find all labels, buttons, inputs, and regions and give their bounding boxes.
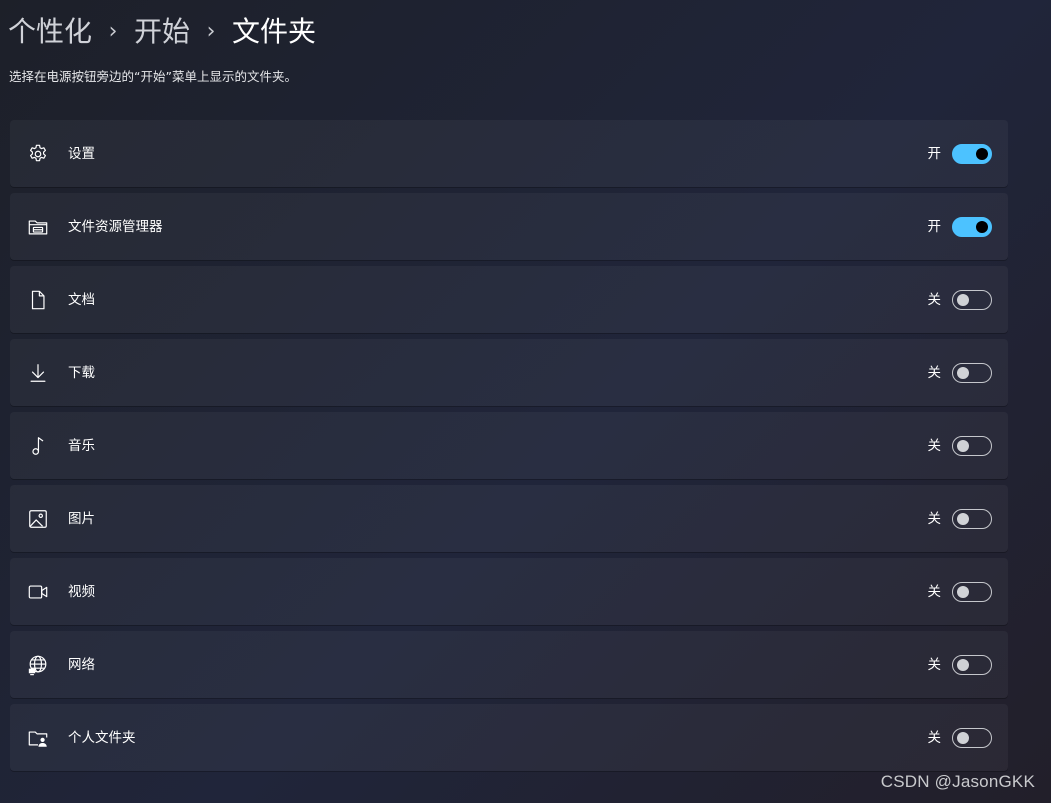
toggle-documents[interactable] bbox=[952, 290, 992, 310]
breadcrumb-item-start[interactable]: 开始 bbox=[134, 10, 190, 54]
toggle-state-text: 关 bbox=[927, 365, 942, 381]
breadcrumb: 个性化 › 开始 › 文件夹 bbox=[8, 10, 316, 54]
folder-row-label: 文件资源管理器 bbox=[68, 219, 163, 235]
toggle-network[interactable] bbox=[952, 655, 992, 675]
folder-list: 设置 开 文件资源管理器 开 文档 关 下载 关 音乐 关 图片 关 视频 关 … bbox=[10, 120, 1008, 777]
toggle-state-text: 关 bbox=[927, 657, 942, 673]
personal-folder-icon bbox=[27, 727, 49, 749]
watermark: CSDN @JasonGKK bbox=[880, 772, 1035, 791]
document-icon bbox=[27, 289, 49, 311]
toggle-state-text: 开 bbox=[927, 219, 942, 235]
toggle-videos[interactable] bbox=[952, 582, 992, 602]
picture-icon bbox=[27, 508, 49, 530]
toggle-knob bbox=[957, 367, 969, 379]
toggle-state-text: 开 bbox=[927, 146, 942, 162]
toggle-state-text: 关 bbox=[927, 292, 942, 308]
chevron-right-icon: › bbox=[108, 19, 118, 44]
toggle-file-explorer[interactable] bbox=[952, 217, 992, 237]
toggle-knob bbox=[957, 440, 969, 452]
toggle-music[interactable] bbox=[952, 436, 992, 456]
folder-row-music: 音乐 关 bbox=[10, 412, 1008, 479]
folder-row-label: 视频 bbox=[68, 584, 95, 600]
folder-row-label: 音乐 bbox=[68, 438, 95, 454]
toggle-knob bbox=[957, 732, 969, 744]
toggle-knob bbox=[957, 659, 969, 671]
toggle-state-text: 关 bbox=[927, 511, 942, 527]
toggle-state-text: 关 bbox=[927, 584, 942, 600]
folder-row-label: 文档 bbox=[68, 292, 95, 308]
toggle-knob bbox=[957, 294, 969, 306]
network-icon bbox=[27, 654, 49, 676]
breadcrumb-item-personalization[interactable]: 个性化 bbox=[8, 10, 92, 54]
toggle-knob bbox=[957, 513, 969, 525]
folder-row-network: 网络 关 bbox=[10, 631, 1008, 698]
toggle-state-text: 关 bbox=[927, 730, 942, 746]
folder-row-label: 图片 bbox=[68, 511, 95, 527]
folder-row-label: 设置 bbox=[68, 146, 95, 162]
gear-icon bbox=[27, 143, 49, 165]
toggle-downloads[interactable] bbox=[952, 363, 992, 383]
folder-row-documents: 文档 关 bbox=[10, 266, 1008, 333]
toggle-state-text: 关 bbox=[927, 438, 942, 454]
toggle-settings[interactable] bbox=[952, 144, 992, 164]
toggle-knob bbox=[957, 586, 969, 598]
download-icon bbox=[27, 362, 49, 384]
toggle-personal-folder[interactable] bbox=[952, 728, 992, 748]
music-icon bbox=[27, 435, 49, 457]
folder-row-file-explorer: 文件资源管理器 开 bbox=[10, 193, 1008, 260]
video-icon bbox=[27, 581, 49, 603]
folder-row-label: 下载 bbox=[68, 365, 95, 381]
toggle-knob bbox=[976, 148, 988, 160]
file-explorer-icon bbox=[27, 216, 49, 238]
folder-row-label: 网络 bbox=[68, 657, 95, 673]
chevron-right-icon: › bbox=[206, 19, 216, 44]
folder-row-label: 个人文件夹 bbox=[68, 730, 136, 746]
folder-row-personal-folder: 个人文件夹 关 bbox=[10, 704, 1008, 771]
folder-row-videos: 视频 关 bbox=[10, 558, 1008, 625]
toggle-pictures[interactable] bbox=[952, 509, 992, 529]
toggle-knob bbox=[976, 221, 988, 233]
folder-row-downloads: 下载 关 bbox=[10, 339, 1008, 406]
folder-row-pictures: 图片 关 bbox=[10, 485, 1008, 552]
page-description: 选择在电源按钮旁边的“开始”菜单上显示的文件夹。 bbox=[9, 69, 297, 84]
page-title: 文件夹 bbox=[232, 15, 317, 48]
folder-row-settings: 设置 开 bbox=[10, 120, 1008, 187]
